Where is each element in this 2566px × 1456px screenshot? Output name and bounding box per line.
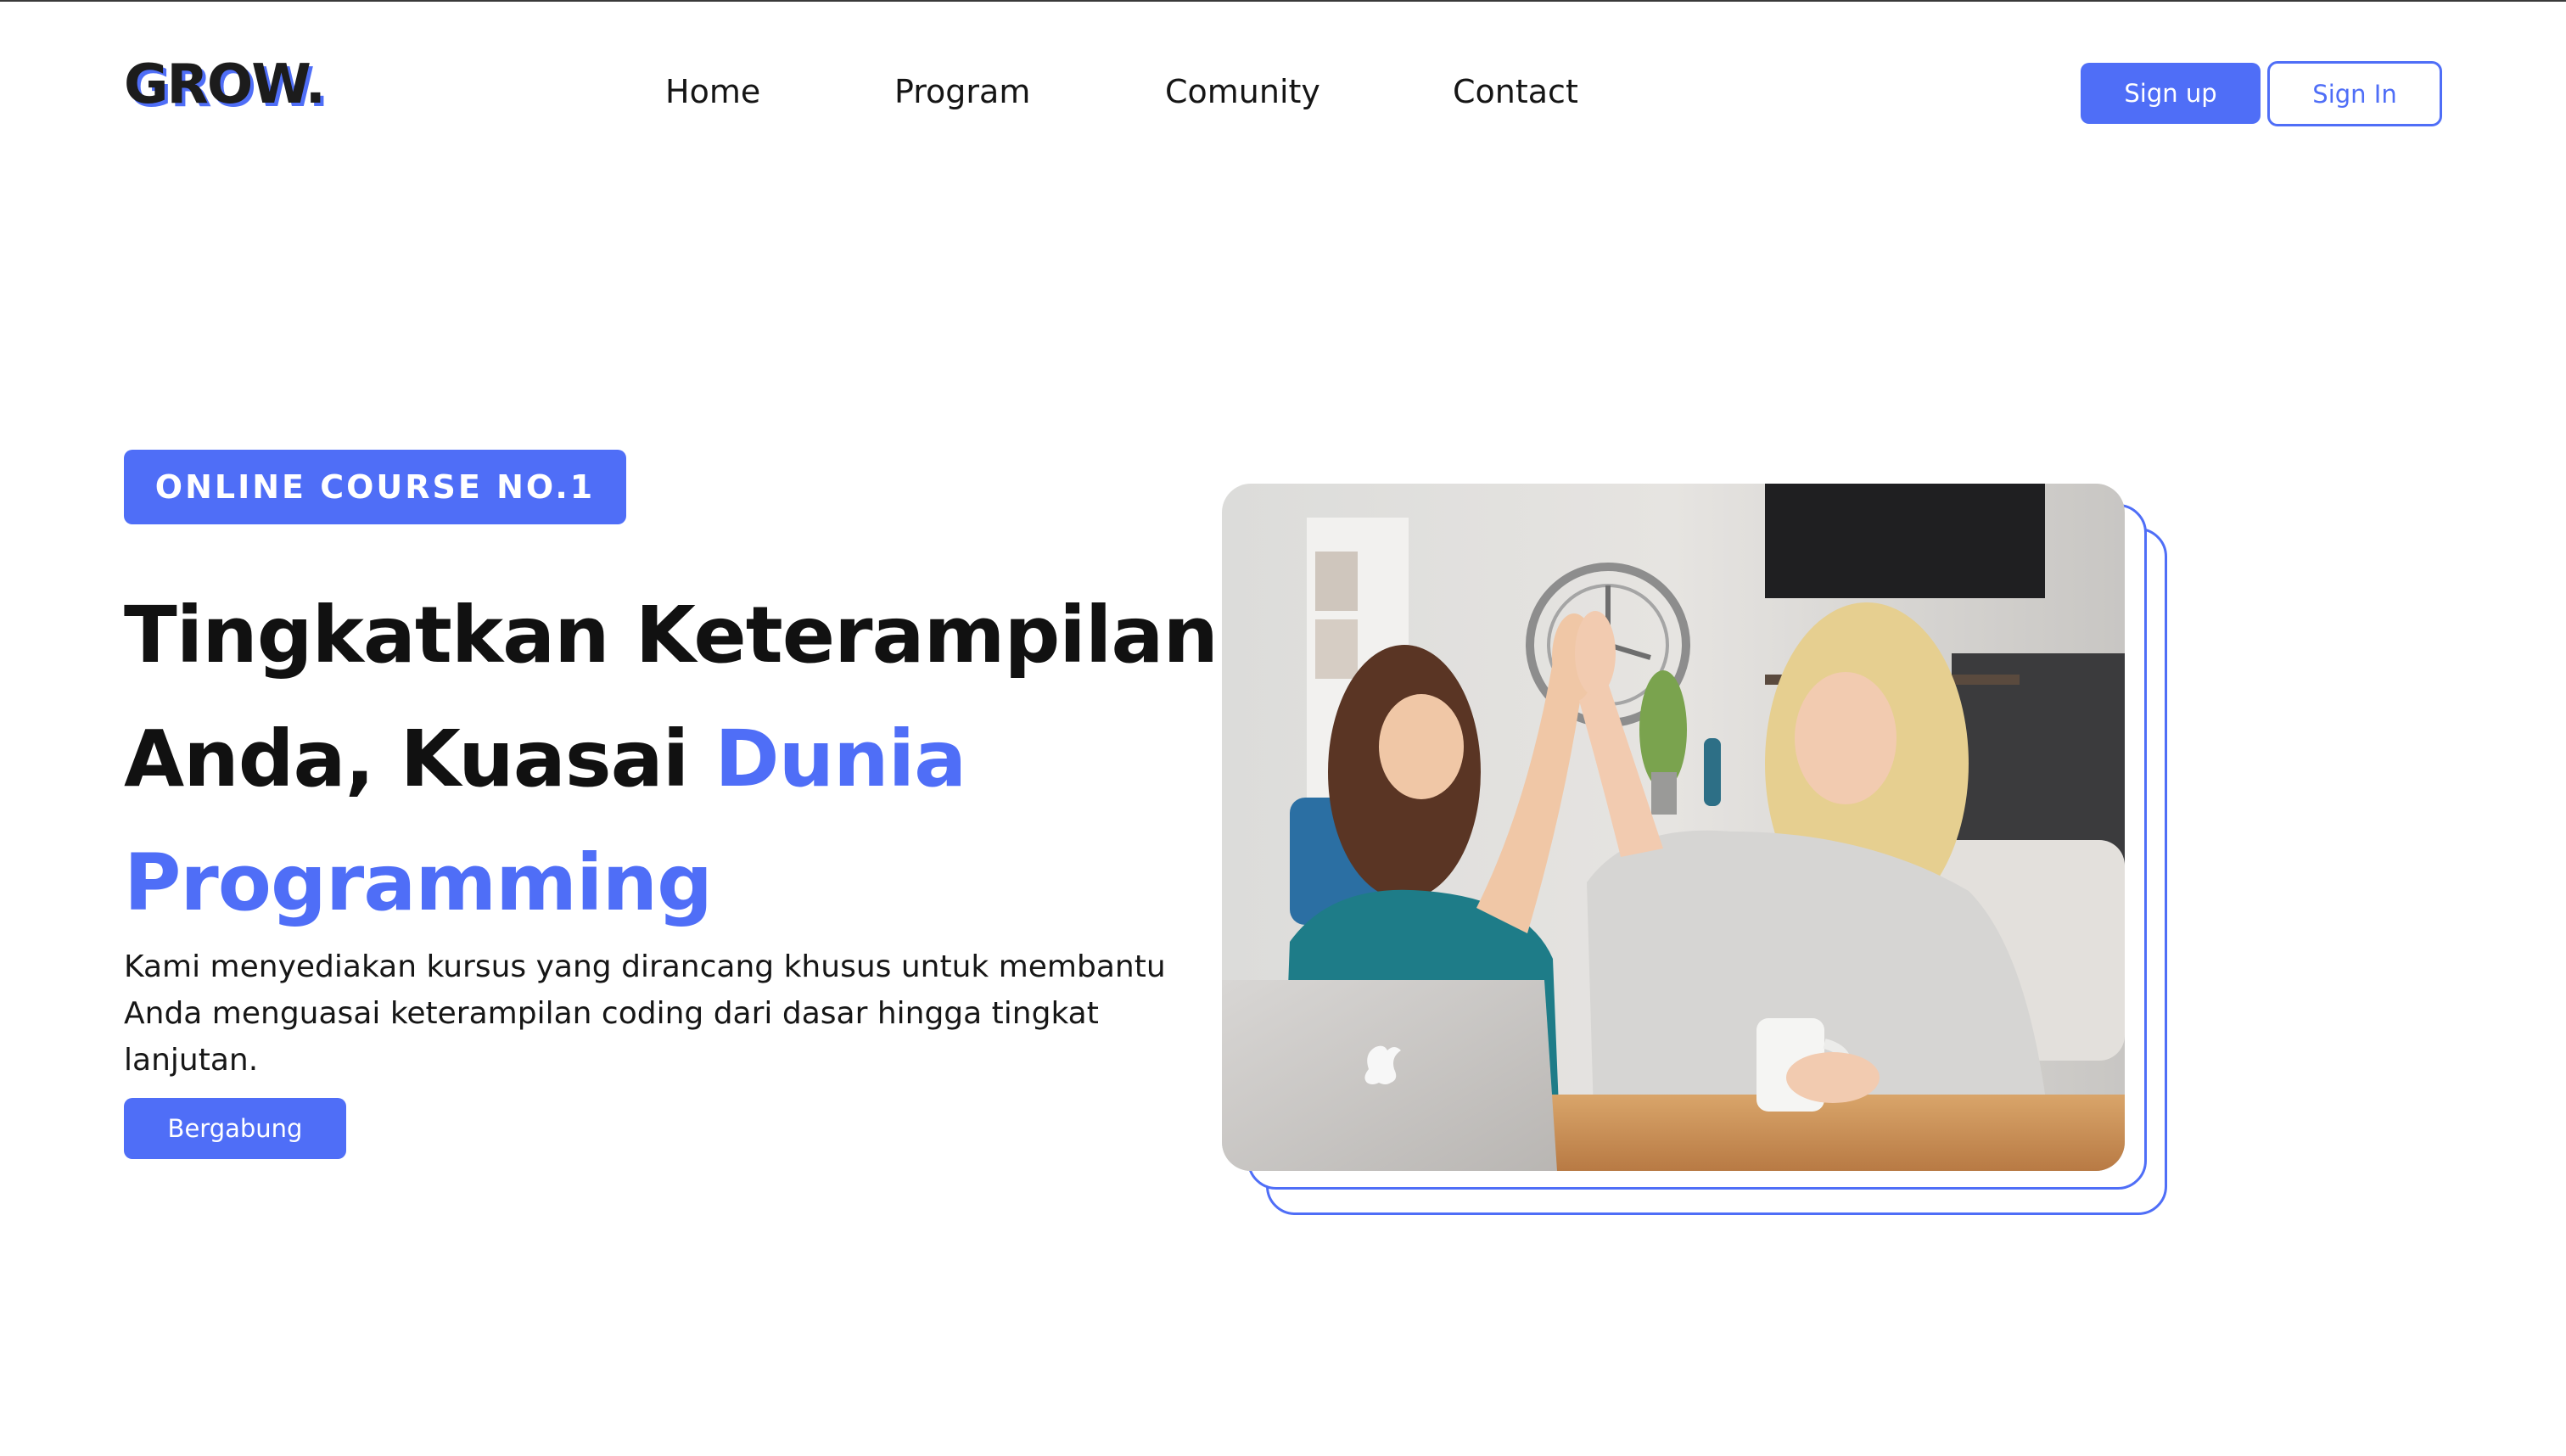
nav-link-home[interactable]: Home (665, 73, 760, 110)
headline-line-2-start: Anda, Kuasai (124, 714, 715, 804)
join-button[interactable]: Bergabung (124, 1098, 346, 1159)
headline-accent-programming: Programming (124, 837, 713, 928)
sign-in-button[interactable]: Sign In (2267, 61, 2442, 126)
top-border (0, 0, 2566, 2)
sign-up-button[interactable]: Sign up (2081, 63, 2261, 124)
nav-link-community[interactable]: Comunity (1165, 73, 1320, 110)
hero-description: Kami menyediakan kursus yang dirancang k… (124, 949, 1166, 1078)
hero-photo (1222, 484, 2125, 1171)
hero-headline: Tingkatkan Keterampilan Anda, Kuasai Dun… (124, 574, 1227, 945)
nav-link-program[interactable]: Program (894, 73, 1030, 110)
headline-line-1: Tingkatkan Keterampilan (124, 590, 1219, 680)
headline-accent-dunia: Dunia (714, 714, 966, 804)
brand-logo[interactable]: GROW. (124, 58, 326, 112)
nav-link-contact[interactable]: Contact (1453, 73, 1578, 110)
hero-badge: ONLINE COURSE NO.1 (124, 450, 626, 524)
